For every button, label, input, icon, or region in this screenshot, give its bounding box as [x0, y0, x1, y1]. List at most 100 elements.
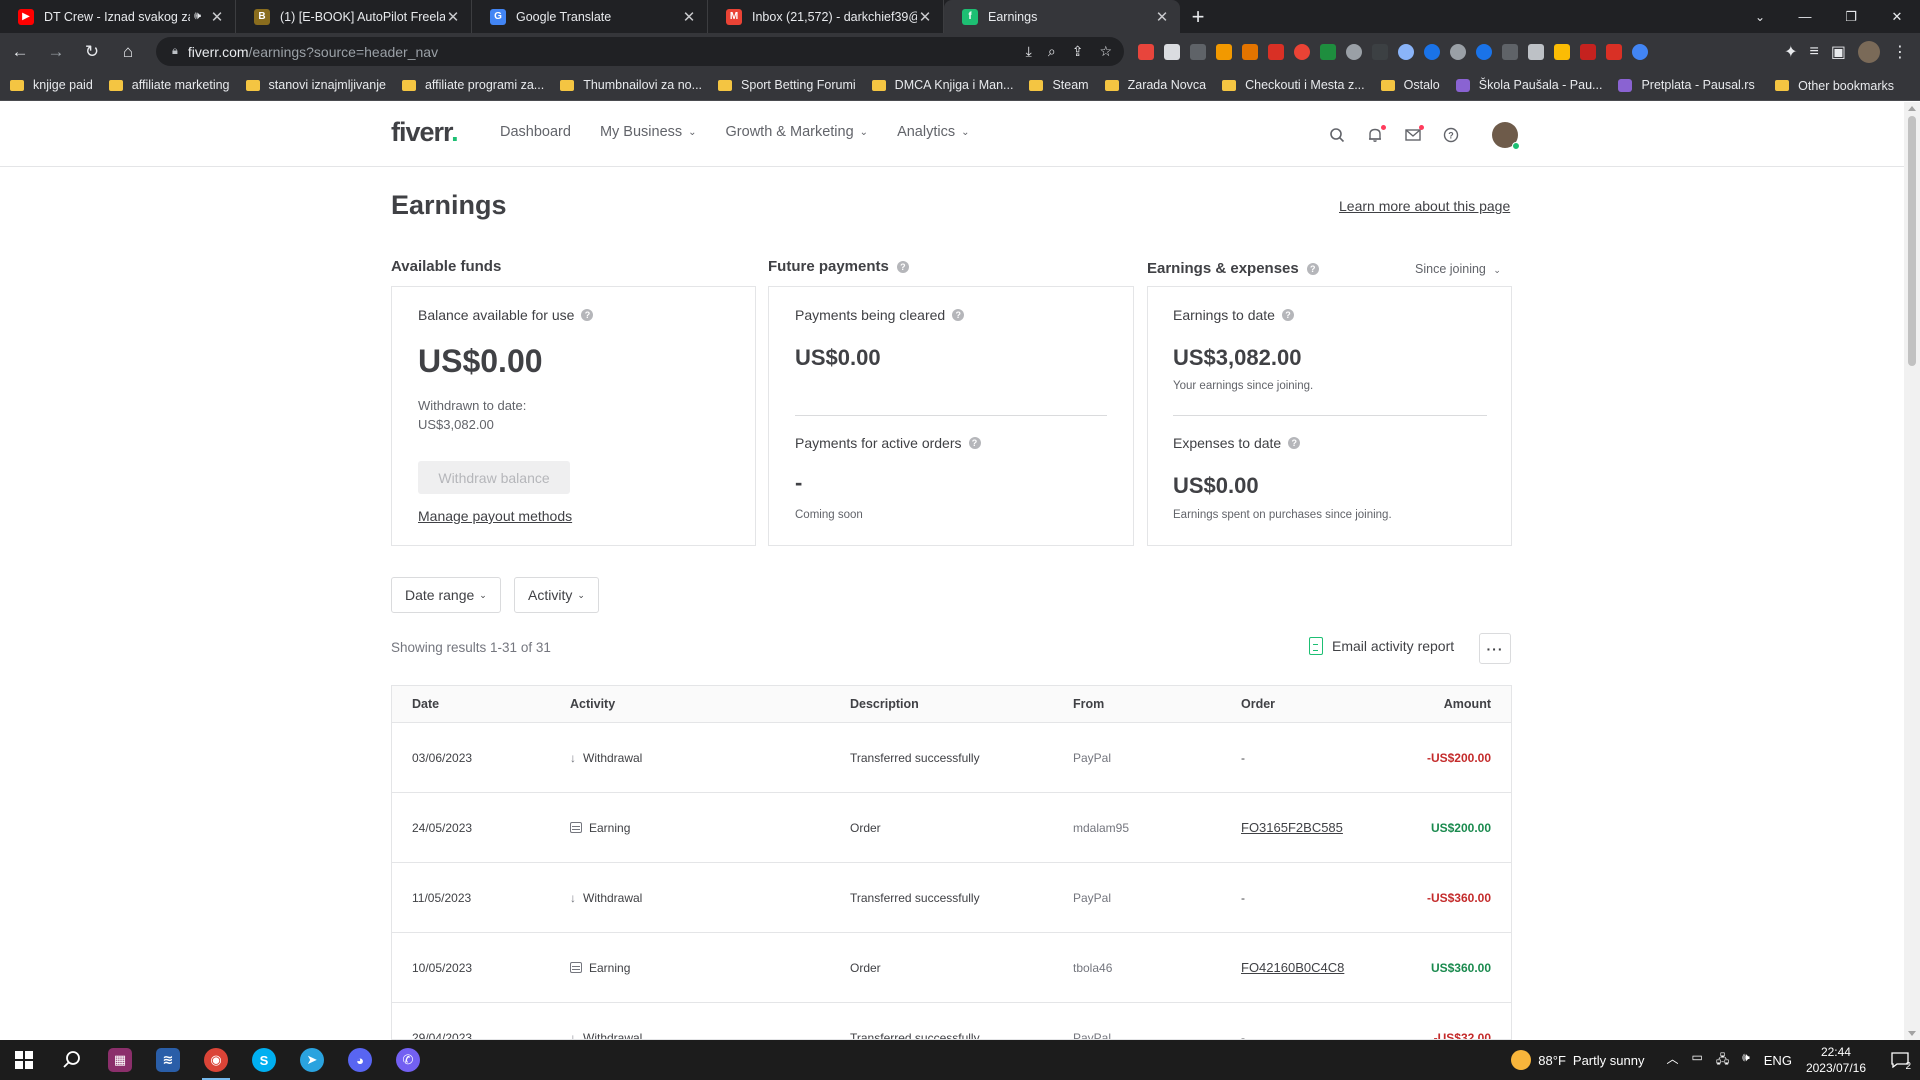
scroll-down-arrow[interactable] — [1908, 1031, 1916, 1036]
restore-button[interactable]: ❐ — [1828, 0, 1874, 33]
nav-item[interactable]: Dashboard — [500, 124, 571, 140]
notification-center-icon[interactable]: 2 — [1880, 1040, 1920, 1080]
back-button[interactable]: ← — [4, 36, 36, 68]
bookmark-item[interactable]: Sport Betting Forumi — [718, 78, 856, 92]
weather-widget[interactable]: 88°F Partly sunny — [1511, 1050, 1644, 1070]
column-header-activity[interactable]: Activity — [570, 686, 615, 722]
messages-envelope-icon[interactable] — [1404, 125, 1424, 144]
zoom-icon[interactable]: ⌕ — [1048, 43, 1056, 60]
order-link[interactable]: FO42160B0C4C8 — [1241, 960, 1344, 975]
bookmark-item[interactable]: Steam — [1029, 78, 1089, 92]
other-bookmarks[interactable]: Other bookmarks — [1775, 70, 1894, 101]
reading-list-icon[interactable]: ≡ — [1810, 43, 1819, 61]
home-button[interactable]: ⌂ — [112, 36, 144, 68]
column-header-amount[interactable]: Amount — [1444, 686, 1491, 722]
help-icon[interactable]: ? — [1442, 126, 1460, 144]
chrome-menu-icon[interactable]: ⋮ — [1892, 42, 1908, 62]
tray-overflow-icon[interactable]: ︿ — [1666, 1050, 1678, 1071]
bookmark-item[interactable]: DMCA Knjiga i Man... — [871, 78, 1013, 92]
tab-close-icon[interactable]: ✕ — [445, 8, 461, 26]
browser-tab[interactable]: ▶ DT Crew - Iznad svakog zako 🕪︎ ✕ — [0, 0, 236, 33]
clock[interactable]: 22:44 2023/07/16 — [1806, 1044, 1866, 1076]
browser-tab[interactable]: M Inbox (21,572) - darkchief39@gm✕ — [708, 0, 944, 33]
new-tab-button[interactable]: + — [1180, 0, 1216, 33]
extension-icon[interactable] — [1268, 43, 1284, 60]
browser-tab[interactable]: f Earnings ✕ — [944, 0, 1180, 33]
manage-payout-methods-link[interactable]: Manage payout methods — [418, 508, 572, 524]
reload-button[interactable]: ↻ — [76, 36, 108, 68]
chrome-taskbar-icon[interactable]: ◉ — [192, 1040, 240, 1080]
help-question-icon[interactable]: ? — [952, 309, 965, 321]
file-explorer-icon[interactable]: ≋ — [144, 1040, 192, 1080]
tab-close-icon[interactable]: ✕ — [209, 8, 225, 26]
tab-close-icon[interactable]: ✕ — [917, 8, 933, 26]
help-question-icon[interactable]: ? — [1288, 437, 1301, 449]
extension-icon[interactable] — [1164, 43, 1180, 60]
withdraw-balance-button[interactable]: Withdraw balance — [418, 461, 570, 494]
close-window-button[interactable]: ✕ — [1874, 0, 1920, 33]
learn-more-link[interactable]: Learn more about this page — [1339, 198, 1510, 214]
winrar-icon[interactable]: ▦ — [96, 1040, 144, 1080]
extension-icon[interactable] — [1216, 43, 1232, 60]
extension-icon[interactable] — [1528, 43, 1544, 60]
extension-icon[interactable] — [1294, 43, 1310, 60]
bookmark-item[interactable]: stanovi iznajmljivanje — [245, 78, 386, 92]
bookmark-star-icon[interactable]: ☆ — [1099, 43, 1112, 60]
scroll-up-arrow[interactable] — [1908, 106, 1916, 111]
extension-icon[interactable] — [1632, 43, 1648, 60]
bookmark-item[interactable]: knjige paid — [10, 78, 93, 92]
tab-search-icon[interactable]: ⌄ — [1745, 0, 1775, 33]
nav-item[interactable]: Analytics ⌄ — [897, 124, 969, 140]
extension-icon[interactable] — [1320, 43, 1336, 60]
email-activity-report-button[interactable]: Email activity report — [1309, 637, 1454, 655]
column-header-description[interactable]: Description — [850, 686, 919, 722]
language-indicator[interactable]: ENG — [1764, 1053, 1792, 1068]
fiverr-logo[interactable]: fiverr. — [391, 117, 459, 148]
extension-icon[interactable] — [1502, 43, 1518, 60]
telegram-icon[interactable]: ➤ — [288, 1040, 336, 1080]
forward-button[interactable]: → — [40, 36, 72, 68]
notifications-bell-icon[interactable] — [1366, 125, 1386, 144]
period-dropdown[interactable]: Since joining ⌄ — [1415, 262, 1501, 276]
start-button[interactable] — [0, 1040, 48, 1080]
extension-icon[interactable] — [1580, 43, 1596, 60]
column-header-order[interactable]: Order — [1241, 686, 1275, 722]
help-question-icon[interactable]: ? — [1306, 262, 1319, 275]
help-question-icon[interactable]: ? — [896, 260, 909, 273]
volume-icon[interactable]: 🕪︎ — [1742, 1050, 1750, 1071]
tab-audio-icon[interactable]: 🕪︎ — [194, 10, 201, 23]
activity-filter[interactable]: Activity ⌄ — [514, 577, 599, 613]
order-link[interactable]: FO3165F2BC585 — [1241, 820, 1343, 835]
extensions-puzzle-icon[interactable]: ✦ — [1784, 42, 1797, 62]
extension-icon[interactable] — [1476, 43, 1492, 60]
extension-icon[interactable] — [1138, 43, 1154, 60]
browser-tab[interactable]: G Google Translate ✕ — [472, 0, 708, 33]
minimize-button[interactable]: — — [1782, 0, 1828, 33]
extension-icon[interactable] — [1450, 43, 1466, 60]
help-question-icon[interactable]: ? — [1281, 309, 1294, 321]
bookmark-item[interactable]: Checkouti i Mesta z... — [1222, 78, 1365, 92]
nav-item[interactable]: Growth & Marketing ⌄ — [726, 124, 869, 140]
skype-icon[interactable]: S — [240, 1040, 288, 1080]
extension-icon[interactable] — [1190, 43, 1206, 60]
viber-icon[interactable]: ✆ — [384, 1040, 432, 1080]
extension-icon[interactable] — [1346, 43, 1362, 60]
bookmark-item[interactable]: affiliate marketing — [108, 78, 230, 92]
column-header-from[interactable]: From — [1073, 686, 1104, 722]
bookmark-item[interactable]: Pretplata - Pausal.rs — [1618, 78, 1755, 92]
search-icon[interactable] — [1328, 126, 1346, 144]
lock-icon[interactable]: 🔒︎ — [172, 45, 178, 58]
help-question-icon[interactable]: ? — [581, 309, 594, 321]
bookmark-item[interactable]: Zarada Novca — [1104, 78, 1206, 92]
nav-item[interactable]: My Business ⌄ — [600, 124, 697, 140]
bookmark-item[interactable]: Škola Paušala - Pau... — [1455, 78, 1602, 92]
page-scrollbar[interactable] — [1904, 102, 1920, 1040]
address-bar[interactable]: 🔒︎ fiverr.com/earnings?source=header_nav… — [156, 37, 1124, 66]
extension-icon[interactable] — [1554, 43, 1570, 60]
date-range-filter[interactable]: Date range ⌄ — [391, 577, 501, 613]
user-avatar[interactable] — [1492, 122, 1520, 150]
bookmark-item[interactable]: Thumbnailovi za no... — [560, 78, 702, 92]
extension-icon[interactable] — [1242, 43, 1258, 60]
more-options-button[interactable]: ··· — [1479, 633, 1511, 664]
search-taskbar-icon[interactable] — [48, 1040, 96, 1080]
